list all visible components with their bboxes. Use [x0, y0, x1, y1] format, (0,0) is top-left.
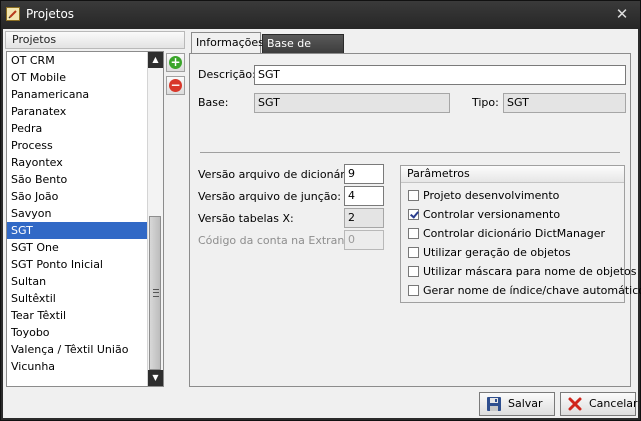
checkbox-label: Utilizar geração de objetos: [423, 246, 571, 259]
codigo-extranet-field: 0: [344, 230, 384, 250]
projects-list-header: Projetos: [5, 31, 185, 49]
list-item[interactable]: Tear Têxtil: [7, 307, 163, 324]
projects-list-items: OT CRM OT Mobile Panamericana Paranatex Pedr…: [7, 52, 163, 375]
checkbox[interactable]: [408, 284, 419, 296]
tipo-label: Tipo:: [472, 96, 499, 109]
versao-tabelas-field: 2: [344, 208, 384, 228]
cancel-label: Cancelar: [589, 397, 638, 410]
list-item[interactable]: OT Mobile: [7, 69, 163, 86]
checkbox[interactable]: [408, 189, 419, 201]
base-label: Base:: [198, 96, 229, 109]
scroll-up-arrow-icon[interactable]: ▲: [148, 52, 163, 68]
list-item[interactable]: São Bento: [7, 171, 163, 188]
window-title: Projetos: [26, 7, 75, 21]
tab-base-de-dados[interactable]: Base de dados: [262, 34, 344, 68]
parametros-title: Parâmetros: [401, 166, 624, 183]
grip-icon: [153, 289, 159, 297]
list-item[interactable]: Valença / Têxtil União: [7, 341, 163, 358]
list-item[interactable]: SGT: [7, 222, 163, 239]
checkbox[interactable]: [408, 246, 419, 258]
checkbox[interactable]: [408, 265, 419, 277]
versao-dicionario-input[interactable]: 9: [344, 164, 384, 184]
add-project-button[interactable]: +: [166, 53, 185, 72]
cancel-button[interactable]: Cancelar: [560, 392, 638, 416]
tab-informacoes[interactable]: Informações: [191, 32, 264, 54]
list-item[interactable]: Pedra: [7, 120, 163, 137]
add-icon: +: [169, 55, 182, 69]
base-field: SGT: [254, 93, 450, 113]
remove-project-button[interactable]: −: [166, 76, 185, 95]
descricao-label: Descrição:: [198, 68, 256, 81]
list-item[interactable]: Sultêxtil: [7, 290, 163, 307]
list-item[interactable]: SGT Ponto Inicial: [7, 256, 163, 273]
list-item[interactable]: Sultan: [7, 273, 163, 290]
checkbox[interactable]: [408, 208, 419, 220]
tipo-field: SGT: [503, 93, 626, 113]
checkbox[interactable]: [408, 227, 419, 239]
checkbox-label: Utilizar máscara para nome de objetos: [423, 265, 637, 278]
list-item[interactable]: São João: [7, 188, 163, 205]
codigo-extranet-label: Código da conta na Extranet:: [198, 234, 360, 247]
dialog-body: Projetos OT CRM OT Mobile Panamericana Para…: [3, 29, 641, 418]
parametro-checkbox-row[interactable]: Projeto desenvolvimento: [408, 188, 559, 204]
checkbox-label: Controlar dicionário DictManager: [423, 227, 606, 240]
parametro-checkbox-row[interactable]: Gerar nome de índice/chave automático: [408, 283, 641, 299]
list-item[interactable]: Process: [7, 137, 163, 154]
red-x-icon: [567, 396, 583, 412]
scrollbar-thumb[interactable]: [149, 216, 161, 370]
list-item[interactable]: OT CRM: [7, 52, 163, 69]
checkbox-label: Controlar versionamento: [423, 208, 561, 221]
list-item[interactable]: Paranatex: [7, 103, 163, 120]
list-item[interactable]: Panamericana: [7, 86, 163, 103]
list-item[interactable]: SGT One: [7, 239, 163, 256]
parametros-group: Parâmetros Projeto desenvolvimento Contro…: [400, 165, 641, 303]
versao-juncao-label: Versão arquivo de junção:: [198, 190, 341, 203]
title-bar[interactable]: Projetos ✕: [1, 1, 640, 29]
versao-tabelas-label: Versão tabelas X:: [198, 212, 294, 225]
separator-line: [200, 152, 620, 153]
save-button[interactable]: Salvar: [479, 392, 555, 416]
informacoes-panel: Descrição: SGT Base: SGT Tipo: SGT Versã…: [189, 53, 641, 387]
save-label: Salvar: [508, 397, 543, 410]
versao-juncao-input[interactable]: 4: [344, 186, 384, 206]
list-item[interactable]: Vicunha: [7, 358, 163, 375]
list-item[interactable]: Toyobo: [7, 324, 163, 341]
parametro-checkbox-row[interactable]: Controlar dicionário DictManager: [408, 226, 605, 242]
list-item[interactable]: Savyon: [7, 205, 163, 222]
parametro-checkbox-row[interactable]: Utilizar geração de objetos: [408, 245, 571, 261]
list-scrollbar[interactable]: ▲ ▼: [147, 52, 163, 386]
close-icon[interactable]: ✕: [614, 6, 630, 22]
scroll-down-arrow-icon[interactable]: ▼: [148, 370, 163, 386]
app-edit-icon: [6, 7, 20, 21]
projetos-window: Projetos ✕ Projetos OT CRM OT Mobile Panam…: [0, 0, 641, 421]
checkbox-label: Gerar nome de índice/chave automático: [423, 284, 641, 297]
versao-dicionario-label: Versão arquivo de dicionário:: [198, 168, 359, 181]
floppy-disk-icon: [486, 396, 502, 412]
list-item[interactable]: Rayontex: [7, 154, 163, 171]
descricao-input[interactable]: SGT: [254, 65, 626, 85]
parametro-checkbox-row[interactable]: Controlar versionamento: [408, 207, 560, 223]
remove-icon: −: [169, 78, 182, 92]
checkbox-label: Projeto desenvolvimento: [423, 189, 560, 202]
parametro-checkbox-row[interactable]: Utilizar máscara para nome de objetos: [408, 264, 637, 280]
projects-list[interactable]: OT CRM OT Mobile Panamericana Paranatex Pedr…: [6, 51, 164, 387]
